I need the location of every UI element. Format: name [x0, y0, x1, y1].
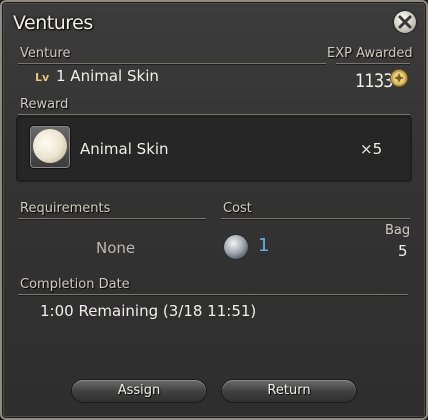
venture-section-label: Venture	[20, 46, 71, 61]
return-button[interactable]: Return	[222, 380, 356, 402]
completion-section-label: Completion Date	[20, 277, 130, 292]
cost-value: 1	[258, 235, 270, 256]
reward-divider	[18, 114, 410, 115]
animal-skin-icon[interactable]	[30, 126, 70, 168]
exp-awarded-label: EXP Awarded	[327, 46, 413, 61]
title-bar[interactable]: Ventures	[4, 4, 424, 40]
level-tag: Lv	[35, 71, 50, 84]
cost-divider	[221, 218, 410, 219]
requirements-value: None	[96, 239, 136, 257]
reward-section-label: Reward	[20, 97, 69, 112]
venture-token-icon	[224, 235, 248, 259]
completion-divider	[18, 294, 408, 295]
close-icon	[398, 15, 412, 29]
bag-label: Bag	[385, 223, 411, 238]
exp-icon	[390, 69, 408, 87]
venture-name: 1 Animal Skin	[56, 67, 159, 85]
assign-button[interactable]: Assign	[72, 380, 206, 402]
window-title: Ventures	[13, 12, 93, 34]
completion-time: 1:00 Remaining (3/18 11:51)	[40, 302, 257, 320]
reward-item-name: Animal Skin	[80, 140, 169, 158]
requirements-divider	[18, 218, 206, 219]
close-button[interactable]	[394, 11, 416, 33]
reward-item-row[interactable]: Animal Skin ×5	[16, 116, 412, 182]
bag-value: 5	[398, 242, 408, 260]
cost-section-label: Cost	[223, 201, 252, 216]
exp-value: 1133	[355, 70, 394, 92]
reward-item-quantity: ×5	[360, 140, 383, 158]
venture-divider	[18, 63, 326, 64]
requirements-section-label: Requirements	[20, 201, 111, 216]
exp-divider	[336, 63, 410, 64]
